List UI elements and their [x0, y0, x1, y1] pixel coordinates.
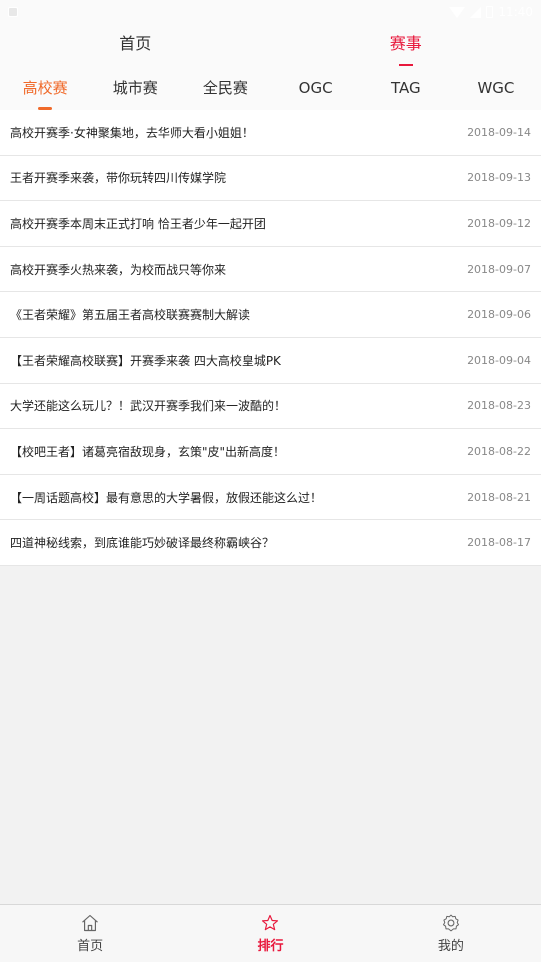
wifi-icon [449, 6, 466, 18]
status-time: 11:40 [498, 5, 533, 19]
subtab-ogc[interactable]: OGC [271, 68, 361, 110]
news-date: 2018-09-07 [467, 262, 531, 276]
tab-events[interactable]: 赛事 [271, 24, 541, 68]
news-date: 2018-09-04 [467, 353, 531, 367]
news-date: 2018-08-22 [467, 444, 531, 458]
news-title: 大学还能这么玩儿？！武汉开赛季我们来一波酷的！ [10, 399, 287, 414]
news-title: 王者开赛季来袭，带你玩转四川传媒学院 [10, 171, 227, 186]
star-icon [262, 914, 279, 931]
list-item[interactable]: 【一周话题高校】最有意思的大学暑假，放假还能这么过！ 2018-08-21 [0, 475, 541, 521]
news-date: 2018-08-21 [467, 490, 531, 504]
bottom-tab-mine[interactable]: 我的 [361, 905, 541, 962]
subtab-wgc[interactable]: WGC [451, 68, 541, 110]
list-item[interactable]: 大学还能这么玩儿？！武汉开赛季我们来一波酷的！ 2018-08-23 [0, 384, 541, 430]
subtab-tag[interactable]: TAG [361, 68, 451, 110]
news-title: 高校开赛季·女神聚集地，去华师大看小姐姐！ [10, 125, 254, 140]
sub-nav: 高校赛 城市赛 全民赛 OGC TAG WGC [0, 68, 541, 110]
news-title: 【校吧王者】诸葛亮宿敌现身，玄策"皮"出新高度！ [10, 444, 286, 459]
subtab-college[interactable]: 高校赛 [0, 68, 90, 110]
subtab-label: 全民赛 [202, 79, 248, 97]
list-item[interactable]: 【校吧王者】诸葛亮宿敌现身，玄策"皮"出新高度！ 2018-08-22 [0, 429, 541, 475]
subtab-label: 高校赛 [22, 79, 68, 97]
tab-home-label: 首页 [119, 34, 152, 53]
list-item[interactable]: 王者开赛季来袭，带你玩转四川传媒学院 2018-09-13 [0, 156, 541, 202]
news-title: 高校开赛季火热来袭，为校而战只等你来 [10, 262, 227, 277]
bottom-tab-label: 首页 [77, 939, 104, 954]
news-title: 高校开赛季本周末正式打响 恰王者少年一起开团 [10, 216, 266, 231]
news-list: 高校开赛季·女神聚集地，去华师大看小姐姐！ 2018-09-14 王者开赛季来袭… [0, 110, 541, 566]
news-title: 《王者荣耀》第五届王者高校联赛赛制大解读 [10, 308, 251, 323]
home-icon [82, 914, 99, 932]
list-item[interactable]: 高校开赛季本周末正式打响 恰王者少年一起开团 2018-09-12 [0, 201, 541, 247]
list-item[interactable]: 【王者荣耀高校联赛】开赛季来袭 四大高校皇城PK 2018-09-04 [0, 338, 541, 384]
news-date: 2018-08-23 [467, 399, 531, 413]
status-icons: 11:40 [449, 5, 533, 19]
bottom-tab-label: 排行 [257, 939, 284, 954]
list-item[interactable]: 高校开赛季·女神聚集地，去华师大看小姐姐！ 2018-09-14 [0, 110, 541, 156]
gear-icon [442, 914, 459, 932]
bottom-tab-bar: 首页 排行 我的 [0, 904, 541, 962]
tab-active-indicator [398, 64, 413, 66]
subtab-label: WGC [477, 79, 515, 97]
bottom-tab-label: 我的 [437, 939, 464, 954]
subtab-label: 城市赛 [112, 79, 158, 97]
top-nav: 首页 赛事 [0, 24, 541, 68]
news-title: 【王者荣耀高校联赛】开赛季来袭 四大高校皇城PK [10, 353, 281, 368]
tab-events-label: 赛事 [389, 34, 422, 53]
tab-home[interactable]: 首页 [0, 24, 271, 68]
signal-icon [470, 6, 482, 18]
list-item[interactable]: 《王者荣耀》第五届王者高校联赛赛制大解读 2018-09-06 [0, 292, 541, 338]
list-item[interactable]: 四道神秘线索，到底谁能巧妙破译最终称霸峡谷？ 2018-08-17 [0, 520, 541, 566]
subtab-active-indicator [38, 107, 53, 110]
news-title: 四道神秘线索，到底谁能巧妙破译最终称霸峡谷？ [10, 536, 275, 551]
status-bar: 11:40 [0, 0, 541, 24]
news-date: 2018-09-12 [467, 216, 531, 230]
news-date: 2018-09-13 [467, 171, 531, 185]
battery-icon [486, 6, 494, 18]
list-item[interactable]: 高校开赛季火热来袭，为校而战只等你来 2018-09-07 [0, 247, 541, 293]
subtab-public[interactable]: 全民赛 [180, 68, 270, 110]
subtab-city[interactable]: 城市赛 [90, 68, 180, 110]
bottom-tab-home[interactable]: 首页 [0, 905, 180, 962]
subtab-label: OGC [298, 79, 333, 97]
news-title: 【一周话题高校】最有意思的大学暑假，放假还能这么过！ [10, 490, 323, 505]
bottom-tab-ranking[interactable]: 排行 [180, 905, 360, 962]
news-date: 2018-08-17 [467, 536, 531, 550]
subtab-label: TAG [390, 79, 421, 97]
notification-icon [8, 7, 18, 17]
news-date: 2018-09-06 [467, 308, 531, 322]
news-date: 2018-09-14 [467, 125, 531, 139]
